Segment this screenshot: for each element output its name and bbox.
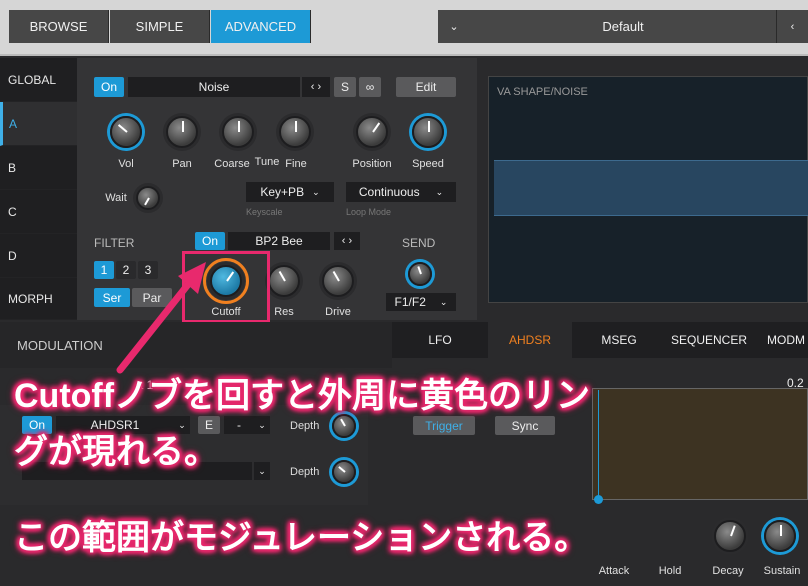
envelope-attack-line	[598, 390, 599, 498]
tab-simple[interactable]: SIMPLE	[110, 10, 210, 43]
tab-lfo[interactable]: LFO	[408, 322, 472, 358]
wait-label: Wait	[105, 192, 127, 204]
annotation-arrow	[116, 262, 206, 374]
decay-knob[interactable]	[714, 520, 746, 552]
attack-label: Attack	[598, 565, 630, 577]
drive-label: Drive	[325, 306, 351, 318]
preset-prev-icon[interactable]: ‹	[776, 10, 808, 43]
coarse-label: Coarse	[214, 158, 250, 170]
send-title: SEND	[402, 236, 436, 250]
keyscale-value: Key+PB	[260, 185, 305, 199]
vol-label: Vol	[118, 158, 134, 170]
tab-ahdsr[interactable]: AHDSR	[488, 322, 572, 358]
sustain-knob[interactable]	[764, 520, 796, 552]
drive-knob[interactable]	[322, 265, 354, 297]
trigger-button[interactable]: Trigger	[413, 416, 475, 435]
filter-on-button[interactable]: On	[195, 232, 225, 250]
vol-knob[interactable]	[110, 116, 142, 148]
send-target-value: F1/F2	[394, 295, 426, 309]
chevron-down-icon: ⌄	[435, 186, 444, 197]
edit-button[interactable]: Edit	[396, 77, 456, 97]
loop-mode-label: Loop Mode	[346, 207, 392, 217]
fine-label: Fine	[285, 158, 307, 170]
coarse-knob[interactable]	[222, 116, 254, 148]
osc-on-button[interactable]: On	[94, 77, 124, 97]
keyscale-select[interactable]: Key+PB ⌄	[246, 182, 334, 202]
chevron-down-icon[interactable]: ⌄	[254, 462, 270, 480]
position-label: Position	[352, 158, 392, 170]
osc-type-arrows-icon[interactable]: ‹ ›	[302, 77, 330, 97]
annotation-line-1: Cutoffノブを回すと外周に黄色のリン	[14, 377, 591, 415]
noise-band	[494, 160, 808, 216]
depth-label-1: Depth	[290, 420, 320, 432]
tab-mseg[interactable]: MSEG	[584, 322, 654, 358]
tab-modm[interactable]: MODM	[764, 322, 808, 358]
loop-mode-select[interactable]: Continuous ⌄	[346, 182, 456, 202]
tab-advanced[interactable]: ADVANCED	[211, 10, 311, 43]
sidebar-item-b[interactable]: B	[0, 146, 77, 190]
filter-type-select[interactable]: BP2 Bee	[228, 232, 330, 250]
sidebar-item-morph[interactable]: MORPH	[0, 278, 77, 320]
keyscale-label: Keyscale	[246, 207, 283, 217]
hold-label: Hold	[658, 565, 682, 577]
tab-browse[interactable]: BROWSE	[9, 10, 109, 43]
sidebar-item-global[interactable]: GLOBAL	[0, 58, 77, 102]
preset-name: Default	[602, 19, 644, 34]
send-knob[interactable]	[408, 262, 432, 286]
chevron-down-icon[interactable]: ⌄	[254, 416, 270, 434]
pan-label: Pan	[172, 158, 192, 170]
res-knob[interactable]	[268, 265, 300, 297]
speed-label: Speed	[412, 158, 444, 170]
wait-knob[interactable]	[136, 186, 160, 210]
filter-title: FILTER	[94, 236, 135, 250]
annotation-line-2: グが現れる。	[14, 433, 218, 471]
pan-knob[interactable]	[166, 116, 198, 148]
preset-menu-icon[interactable]: ⌄	[438, 10, 470, 43]
chevron-down-icon: ⌄	[439, 296, 448, 307]
chevron-down-icon: ⌄	[312, 186, 320, 197]
sync-button[interactable]: Sync	[495, 416, 555, 435]
depth-knob-1[interactable]	[332, 414, 356, 438]
mod-dest-select[interactable]: -	[224, 416, 254, 434]
envelope-start-handle[interactable]	[594, 495, 603, 504]
sidebar-item-c[interactable]: C	[0, 190, 77, 234]
preset-selector[interactable]: ⌄ Default ‹	[438, 10, 808, 43]
depth-label-2: Depth	[290, 466, 320, 478]
link-icon[interactable]: ∞	[359, 77, 381, 97]
sustain-label: Sustain	[763, 565, 801, 577]
sidebar-item-a[interactable]: A	[0, 102, 77, 146]
position-knob[interactable]	[356, 116, 388, 148]
tab-sequencer[interactable]: SEQUENCER	[664, 322, 754, 358]
res-label: Res	[274, 306, 294, 318]
envelope-display	[592, 388, 808, 500]
speed-knob[interactable]	[412, 116, 444, 148]
send-target-select[interactable]: F1/F2 ⌄	[386, 293, 456, 311]
viewer-title: VA SHAPE/NOISE	[497, 86, 588, 98]
sidebar-item-d[interactable]: D	[0, 234, 77, 278]
fine-knob[interactable]	[279, 116, 311, 148]
annotation-line-3: この範囲がモジュレーションされる。	[14, 519, 589, 557]
solo-button[interactable]: S	[334, 77, 356, 97]
modulation-title: MODULATION	[17, 338, 103, 353]
decay-label: Decay	[712, 565, 744, 577]
depth-knob-2[interactable]	[332, 460, 356, 484]
loop-mode-value: Continuous	[358, 185, 420, 199]
osc-type-select[interactable]: Noise	[128, 77, 300, 97]
filter-type-arrows-icon[interactable]: ‹ ›	[334, 232, 360, 250]
